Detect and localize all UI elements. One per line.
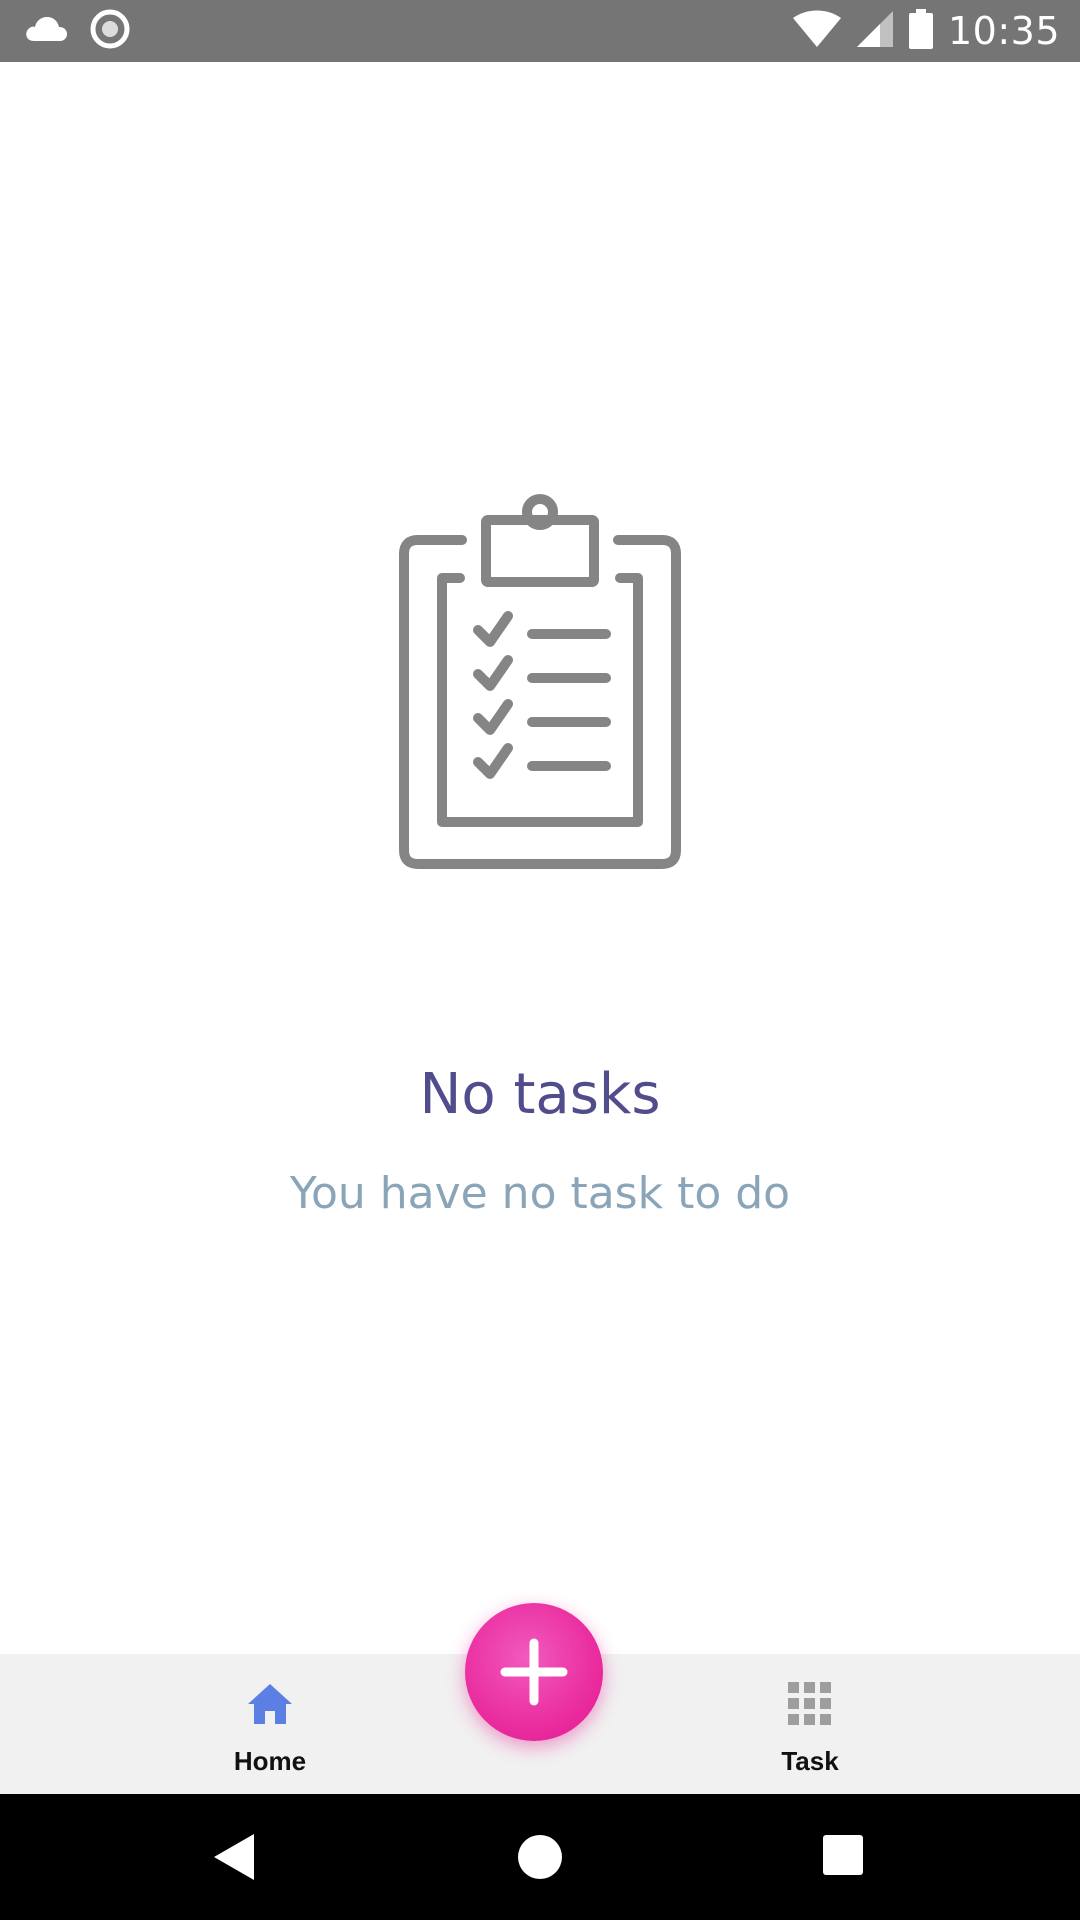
nav-item-task[interactable]: Task <box>700 1654 920 1794</box>
home-icon <box>246 1680 294 1728</box>
cloud-icon <box>24 15 68 47</box>
system-navigation-bar <box>0 1794 1080 1920</box>
home-circle-icon[interactable] <box>513 1830 567 1884</box>
recents-icon[interactable] <box>818 1830 872 1884</box>
wifi-icon <box>792 10 842 52</box>
status-notifications <box>24 9 130 53</box>
clipboard-checklist-icon <box>396 490 684 870</box>
grid-icon <box>786 1680 834 1728</box>
plus-icon <box>500 1638 568 1706</box>
add-task-button[interactable] <box>465 1603 603 1741</box>
nav-item-home[interactable]: Home <box>160 1654 380 1794</box>
nav-item-label: Task <box>781 1746 839 1776</box>
empty-state-subtitle: You have no task to do <box>289 1168 791 1219</box>
nav-item-label: Home <box>233 1746 307 1776</box>
back-icon[interactable] <box>208 1830 262 1884</box>
record-icon <box>90 9 130 53</box>
status-time: 10:35 <box>947 9 1060 53</box>
battery-icon <box>908 9 934 53</box>
status-system: 10:35 <box>792 8 1060 54</box>
signal-icon <box>856 10 894 52</box>
status-bar: 10:35 <box>0 0 1080 62</box>
empty-state-title: No tasks <box>419 1062 661 1127</box>
